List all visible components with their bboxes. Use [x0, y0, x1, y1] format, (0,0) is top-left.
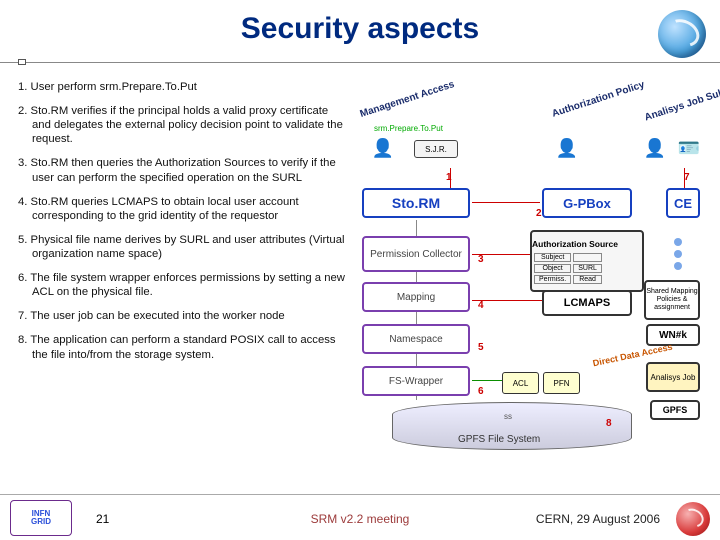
step-8: 8. The application can perform a standar… — [18, 333, 348, 361]
step-number-7: 7 — [684, 172, 690, 183]
sjr-box: S.J.R. — [414, 140, 458, 158]
authsrc-r1c1: SURL — [573, 264, 602, 273]
step-number-5: 5 — [478, 342, 484, 353]
user-icon: 👤 — [366, 138, 400, 168]
step-5: 5. Physical file name derives by SURL an… — [18, 233, 348, 261]
namespace-box: Namespace — [362, 324, 470, 354]
architecture-diagram: Management Access Authorization Policy A… — [354, 80, 704, 480]
authsrc-r2c1: Read — [573, 275, 602, 284]
arrow-6 — [472, 380, 502, 381]
step-1: 1. User perform srm.Prepare.To.Put — [18, 80, 348, 94]
job-user-icon: 👤 — [638, 138, 672, 168]
step-number-6: 6 — [478, 386, 484, 397]
authsrc-r1c0: Object — [534, 264, 571, 273]
step-number-3: 3 — [478, 254, 484, 265]
slide: Security aspects 1. User perform srm.Pre… — [0, 0, 720, 540]
col-header-mgmt: Management Access — [359, 79, 456, 120]
pfn-tag: PFN — [543, 372, 580, 394]
swirl-logo-red — [676, 502, 710, 536]
title-rule — [0, 62, 720, 63]
authorization-source-box: Authorization Source Subject ObjectSURL … — [530, 230, 644, 292]
ss-label: ss — [504, 412, 512, 421]
storm-box: Sto.RM — [362, 188, 470, 218]
step-number-8: 8 — [606, 418, 612, 429]
step-number-1: 1 — [446, 172, 452, 183]
fs-wrapper-box: FS-Wrapper — [362, 366, 470, 396]
page-title: Security aspects — [0, 12, 720, 46]
lcmaps-box: LCMAPS — [542, 290, 632, 316]
mapping-box: Mapping — [362, 282, 470, 312]
step-number-4: 4 — [478, 300, 484, 311]
permission-collector-box: Permission Collector — [362, 236, 470, 272]
auth-user-icon: 👤 — [550, 138, 584, 168]
step-3: 3. Sto.RM then queries the Authorization… — [18, 156, 348, 184]
arrow-2 — [472, 202, 540, 203]
analysis-job-box: Analisys Job — [646, 362, 700, 392]
acl-tag: ACL — [502, 372, 539, 394]
step-4: 4. Sto.RM queries LCMAPS to obtain local… — [18, 195, 348, 223]
authsrc-r0c1 — [573, 253, 602, 262]
authsrc-table: Subject ObjectSURL Permiss.Read — [532, 251, 604, 286]
gpfs-box: GPFS — [650, 400, 700, 420]
step-7: 7. The user job can be executed into the… — [18, 309, 348, 323]
rule-accent — [18, 59, 26, 65]
authsrc-r2c0: Permiss. — [534, 275, 571, 284]
authsrc-title: Authorization Source — [532, 239, 618, 249]
shared-mapping-box: Shared Mapping Policies & assignment — [644, 280, 700, 320]
acl-pfn-pair: ACL PFN — [502, 372, 580, 394]
step-2: 2. Sto.RM verifies if the principal hold… — [18, 104, 348, 146]
id-card-icon: 🪪 — [672, 138, 706, 168]
col-header-auth: Authorization Policy — [551, 79, 646, 119]
footer-right: CERN, 29 August 2006 — [536, 512, 660, 526]
slide-footer: INFN GRID 21 SRM v2.2 meeting CERN, 29 A… — [0, 494, 720, 540]
continuation-dots-icon — [674, 238, 682, 270]
step-number-2: 2 — [536, 208, 542, 219]
gpfs-fs-label: GPFS File System — [458, 434, 540, 445]
authsrc-r0c0: Subject — [534, 253, 571, 262]
ce-box: CE — [666, 188, 700, 218]
step-6: 6. The file system wrapper enforces perm… — [18, 271, 348, 299]
prepare-label: srm.Prepare.To.Put — [374, 124, 443, 133]
steps-list: 1. User perform srm.Prepare.To.Put 2. St… — [18, 80, 348, 372]
col-header-job: Analisys Job Submission — [643, 76, 720, 124]
gpbox-box: G-PBox — [542, 188, 632, 218]
worker-node-box: WN#k — [646, 324, 700, 346]
swirl-logo-blue — [658, 10, 706, 58]
